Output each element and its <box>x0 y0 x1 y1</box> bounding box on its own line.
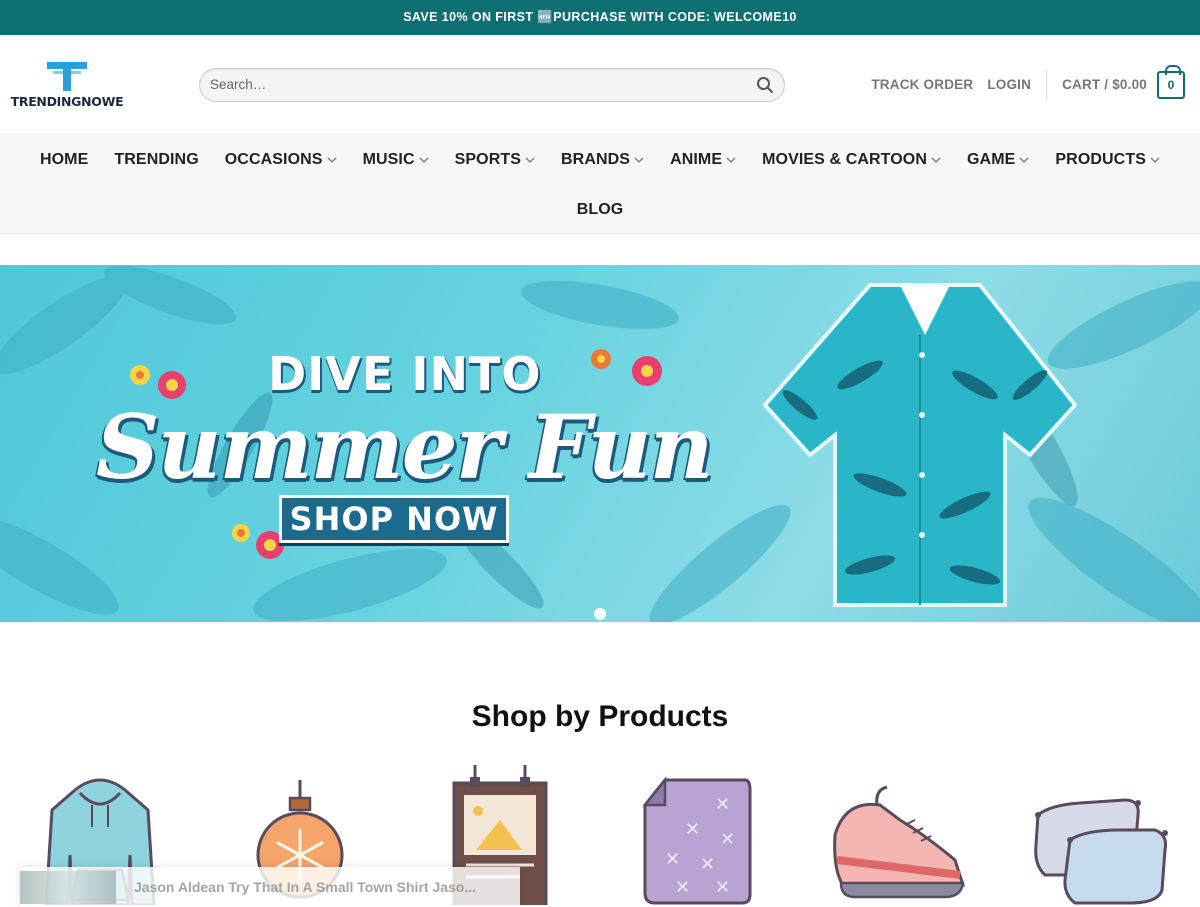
promo-text: SAVE 10% ON FIRST 🆕PURCHASE WITH CODE: W… <box>403 10 797 24</box>
nav-item-game[interactable]: GAME <box>967 151 1029 169</box>
chevron-down-icon <box>525 157 535 163</box>
nav-row-primary: HOME TRENDING OCCASIONS MUSIC SPORTS BRANDS AN… <box>0 149 1200 171</box>
nav-row-secondary: BLOG <box>0 199 1200 221</box>
chevron-down-icon <box>419 157 429 163</box>
svg-text:✕: ✕ <box>700 854 715 875</box>
logo-text: TRENDINGNOWE <box>10 94 124 109</box>
nav-item-label: OCCASIONS <box>224 151 323 168</box>
shop-now-button[interactable]: SHOP NOW <box>279 495 509 543</box>
nav-item-label: HOME <box>39 151 89 168</box>
svg-text:✕: ✕ <box>715 877 730 898</box>
hero-script-title: Summer Fun <box>96 395 714 499</box>
track-order-link[interactable]: TRACK ORDER <box>871 77 973 92</box>
chevron-down-icon <box>726 157 736 163</box>
nav-item-label: TRENDING <box>114 151 199 168</box>
nav-item-sports[interactable]: SPORTS <box>455 151 535 169</box>
svg-text:✕: ✕ <box>665 849 680 870</box>
cart-count: 0 <box>1167 77 1175 92</box>
hero-banner[interactable]: DIVE INTO Summer Fun SHOP NOW <box>0 265 1200 622</box>
nav-item-occasions[interactable]: OCCASIONS <box>225 151 337 169</box>
cart-bag-icon[interactable]: 0 <box>1157 64 1185 99</box>
logo-t-icon <box>47 62 87 91</box>
slider-dot[interactable] <box>594 608 606 620</box>
chevron-down-icon <box>634 157 644 163</box>
nav-item-products[interactable]: PRODUCTS <box>1055 151 1160 169</box>
shoe-icon[interactable] <box>825 765 965 905</box>
blanket-icon[interactable]: ✕✕ ✕ ✕ ✕✕ ✕ <box>630 765 770 905</box>
search-input[interactable] <box>210 77 756 92</box>
site-logo[interactable]: TRENDINGNOWE <box>11 55 124 115</box>
search-bar[interactable] <box>199 67 785 102</box>
recent-purchase-toast[interactable]: Jason Aldean Try That In A Small Town Sh… <box>20 867 520 907</box>
cart-link[interactable]: CART / $0.00 <box>1062 77 1147 92</box>
nav-item-music[interactable]: MUSIC <box>363 151 429 169</box>
hero-headline: DIVE INTO <box>268 347 542 401</box>
chevron-down-icon <box>327 157 337 163</box>
nav-item-home[interactable]: HOME <box>40 151 88 169</box>
site-header: TRENDINGNOWE TRACK ORDER LOGIN CART / $0… <box>0 35 1200 135</box>
pillow-icon[interactable] <box>1030 765 1170 905</box>
nav-item-trending[interactable]: TRENDING <box>114 151 198 169</box>
toast-text: Jason Aldean Try That In A Small Town Sh… <box>134 879 477 895</box>
svg-text:✕: ✕ <box>715 794 730 815</box>
nav-item-label: SPORTS <box>454 151 522 168</box>
nav-item-movies-cartoon[interactable]: MOVIES & CARTOON <box>762 151 941 169</box>
nav-item-label: PRODUCTS <box>1055 151 1146 168</box>
svg-text:✕: ✕ <box>720 829 735 850</box>
nav-item-label: MOVIES & CARTOON <box>762 151 927 168</box>
nav-item-blog[interactable]: BLOG <box>577 201 624 219</box>
chevron-down-icon <box>931 157 941 163</box>
svg-text:✕: ✕ <box>675 877 690 898</box>
nav-item-label: BRANDS <box>561 151 631 168</box>
chevron-down-icon <box>1019 157 1029 163</box>
header-divider <box>1046 69 1048 100</box>
nav-item-label: ANIME <box>670 151 723 168</box>
nav-item-label: GAME <box>967 151 1016 168</box>
header-actions: TRACK ORDER LOGIN CART / $0.00 0 <box>871 64 1185 100</box>
login-link[interactable]: LOGIN <box>987 77 1031 92</box>
toast-product-thumbnail <box>20 870 116 904</box>
hawaiian-shirt-image <box>762 283 1078 607</box>
promo-bar: SAVE 10% ON FIRST 🆕PURCHASE WITH CODE: W… <box>0 0 1200 35</box>
svg-text:✕: ✕ <box>685 819 700 840</box>
section-title: Shop by Products <box>471 700 729 733</box>
nav-item-label: MUSIC <box>362 151 415 168</box>
main-nav: HOME TRENDING OCCASIONS MUSIC SPORTS BRANDS AN… <box>0 135 1200 234</box>
nav-item-brands[interactable]: BRANDS <box>561 151 644 169</box>
chevron-down-icon <box>1150 157 1160 163</box>
search-icon[interactable] <box>756 76 774 94</box>
nav-item-anime[interactable]: ANIME <box>670 151 736 169</box>
nav-item-label: BLOG <box>576 201 624 218</box>
